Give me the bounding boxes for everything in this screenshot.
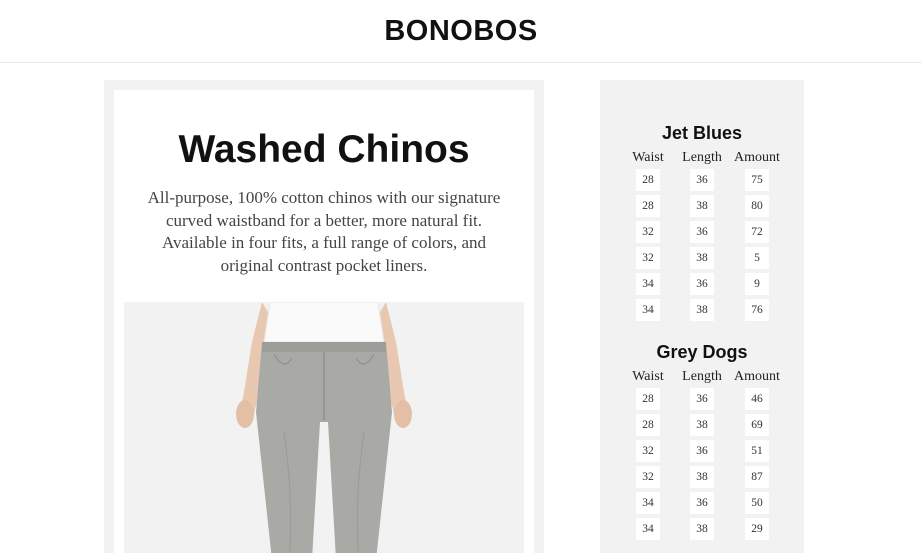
inventory-cell-length: 36 [690,169,714,191]
inventory-cell-amount: 87 [745,466,769,488]
inventory-cell-length: 38 [690,247,714,269]
inventory-panel: Jet Blues Waist Length Amount 28 36 75 28 38 80 32… [600,80,804,553]
column-header-waist: Waist [632,150,664,165]
column-header-amount: Amount [734,150,780,165]
inventory-group-title: Jet Blues [661,123,743,143]
inventory-cell-amount: 75 [745,169,769,191]
inventory-cell-length: 36 [690,492,714,514]
inventory-cell-length: 36 [690,440,714,462]
inventory-cell-waist: 32 [636,440,660,462]
inventory-cell-amount: 69 [745,414,769,436]
site-header: BONOBOS [0,0,922,63]
inventory-cell-waist: 28 [636,169,660,191]
inventory-cell-amount: 76 [745,299,769,321]
inventory-cell-amount: 51 [745,440,769,462]
inventory-cell-waist: 34 [636,518,660,540]
inventory-cell-length: 38 [690,414,714,436]
inventory-cell-waist: 32 [636,221,660,243]
inventory-cell-waist: 34 [636,299,660,321]
inventory-cell-waist: 28 [636,414,660,436]
inventory-cell-waist: 34 [636,273,660,295]
brand-logo[interactable]: BONOBOS [384,15,537,48]
inventory-cell-amount: 9 [745,273,769,295]
inventory-cell-amount: 5 [745,247,769,269]
product-title: Washed Chinos [178,128,470,171]
inventory-cell-amount: 46 [745,388,769,410]
inventory-cell-waist: 28 [636,388,660,410]
inventory-cell-length: 36 [690,273,714,295]
inventory-cell-length: 36 [690,388,714,410]
inventory-cell-amount: 50 [745,492,769,514]
inventory-cell-waist: 32 [636,466,660,488]
inventory-cell-length: 38 [690,518,714,540]
column-header-length: Length [682,369,722,384]
inventory-cell-waist: 28 [636,195,660,217]
inventory-cell-amount: 80 [745,195,769,217]
inventory-cell-length: 38 [690,299,714,321]
inventory-cell-amount: 72 [745,221,769,243]
product-image [124,302,524,553]
column-header-amount: Amount [734,369,780,384]
product-description: All-purpose, 100% cotton chinos with our… [147,188,501,275]
product-panel: Washed Chinos All-purpose, 100% cotton c… [104,80,544,553]
column-header-length: Length [682,150,722,165]
inventory-cell-length: 38 [690,195,714,217]
inventory-cell-waist: 32 [636,247,660,269]
product-card: Washed Chinos All-purpose, 100% cotton c… [114,90,534,553]
inventory-group-title: Grey Dogs [656,342,748,362]
column-header-waist: Waist [632,369,664,384]
inventory-cell-waist: 34 [636,492,660,514]
inventory-cell-amount: 29 [745,518,769,540]
inventory-cell-length: 36 [690,221,714,243]
inventory-cell-length: 38 [690,466,714,488]
pants-photo-icon [236,302,412,553]
